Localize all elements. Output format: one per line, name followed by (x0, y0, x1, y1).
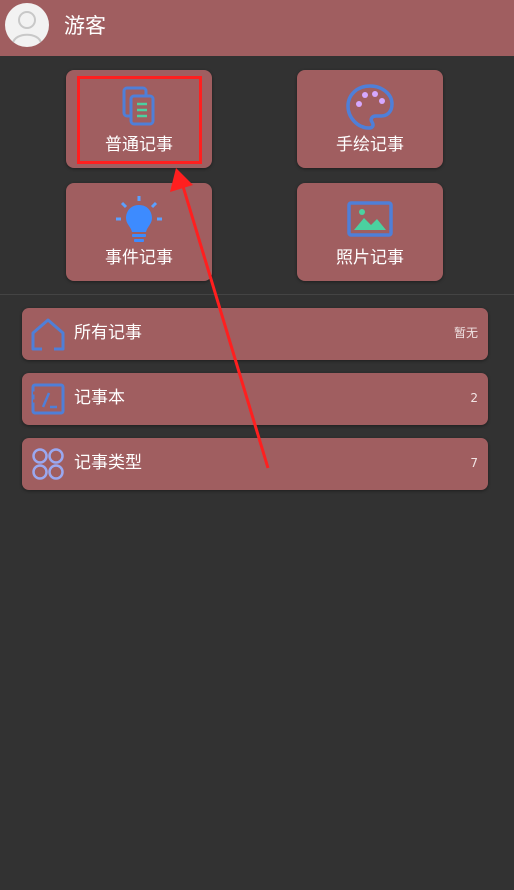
palette-icon (346, 84, 394, 130)
list-item-count: 7 (470, 456, 478, 470)
app-screen: 游客 普通记事 手绘记事 事件记事 照片记事 所有记事 暂无 记事本 2 记事类… (0, 0, 514, 890)
list-item-all-notes[interactable]: 所有记事 暂无 (22, 308, 488, 360)
tile-label: 普通记事 (105, 135, 173, 155)
tile-normal-note[interactable]: 普通记事 (66, 70, 212, 168)
notebook-icon (31, 383, 65, 415)
list-item-count: 2 (470, 391, 478, 405)
divider (0, 294, 514, 295)
username-label[interactable]: 游客 (64, 12, 106, 40)
list-item-note-types[interactable]: 记事类型 7 (22, 438, 488, 490)
lightbulb-icon (116, 196, 162, 242)
category-icon (32, 448, 64, 480)
home-icon (31, 318, 65, 351)
tile-label: 手绘记事 (336, 135, 404, 155)
tile-photo-note[interactable]: 照片记事 (297, 183, 443, 281)
list-item-label: 记事类型 (74, 453, 142, 473)
user-silhouette-icon (12, 11, 42, 44)
list-item-label: 所有记事 (74, 323, 142, 343)
avatar[interactable] (5, 3, 49, 47)
tile-event-note[interactable]: 事件记事 (66, 183, 212, 281)
header-bar: 游客 (0, 0, 514, 56)
list-item-notebook[interactable]: 记事本 2 (22, 373, 488, 425)
list-item-label: 记事本 (74, 388, 125, 408)
tile-label: 照片记事 (336, 248, 404, 268)
list-item-count: 暂无 (453, 326, 478, 340)
tile-label: 事件记事 (105, 248, 173, 268)
document-icon (122, 86, 155, 126)
tile-hand-drawn-note[interactable]: 手绘记事 (297, 70, 443, 168)
photo-icon (347, 201, 393, 237)
